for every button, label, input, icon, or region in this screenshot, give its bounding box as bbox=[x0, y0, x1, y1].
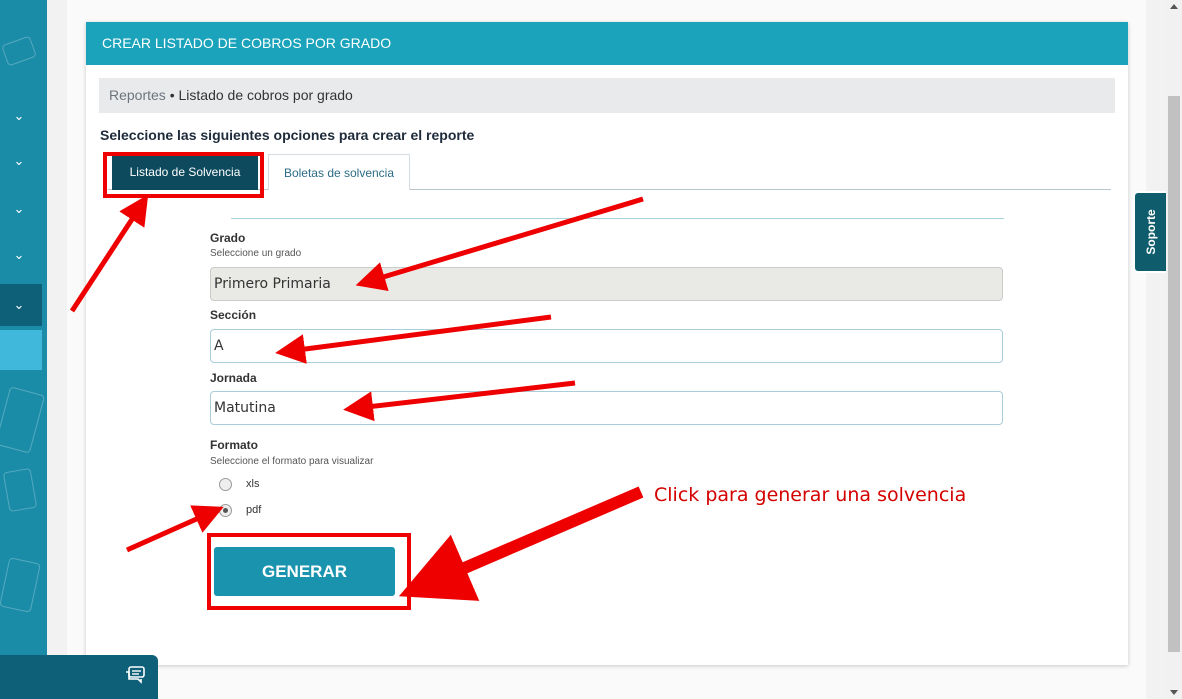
formato-option-xls[interactable]: xls bbox=[219, 476, 259, 492]
seccion-field[interactable]: A bbox=[210, 329, 1003, 363]
sidebar-item-reportes[interactable]: ⌄ bbox=[0, 284, 42, 326]
annotation-highlight-button bbox=[207, 533, 411, 610]
chat-icon[interactable] bbox=[124, 666, 146, 686]
sidebar-expand-chevron-icon[interactable]: ⌄ bbox=[10, 200, 28, 218]
grado-select[interactable]: Primero Primaria bbox=[210, 267, 1003, 301]
breadcrumb-link-reportes[interactable]: Reportes bbox=[109, 87, 166, 103]
scrollbar[interactable] bbox=[1166, 0, 1182, 699]
radio-pdf[interactable] bbox=[219, 503, 232, 517]
sidebar: ⌄ ⌄ ⌄ ⌄ ⌄ bbox=[0, 0, 47, 699]
grado-label: Grado bbox=[210, 231, 246, 245]
sidebar-decoration bbox=[2, 467, 38, 513]
scroll-thumb[interactable] bbox=[1168, 96, 1180, 652]
sidebar-subitem-selected[interactable] bbox=[0, 330, 42, 370]
grado-help: Seleccione un grado bbox=[210, 248, 302, 259]
annotation-text: Click para generar una solvencia bbox=[654, 484, 967, 506]
soporte-label: Soporte bbox=[1143, 209, 1158, 255]
divider bbox=[231, 218, 1004, 219]
sidebar-decoration bbox=[0, 557, 41, 613]
formato-help: Seleccione el formato para visualizar bbox=[210, 456, 374, 467]
radio-pdf-label: pdf bbox=[246, 504, 262, 516]
sidebar-expand-chevron-icon[interactable]: ⌄ bbox=[10, 246, 28, 264]
seccion-label: Sección bbox=[210, 308, 257, 322]
tab-boletas-de-solvencia[interactable]: Boletas de solvencia bbox=[268, 154, 410, 190]
radio-xls[interactable] bbox=[219, 477, 232, 491]
chat-bar[interactable] bbox=[0, 655, 158, 699]
breadcrumb-separator: • bbox=[169, 87, 175, 103]
breadcrumb-current: Listado de cobros por grado bbox=[178, 87, 353, 103]
sidebar-expand-chevron-icon[interactable]: ⌄ bbox=[10, 152, 28, 170]
radio-xls-label: xls bbox=[246, 478, 260, 490]
soporte-tab[interactable]: Soporte bbox=[1133, 191, 1166, 273]
jornada-label: Jornada bbox=[210, 371, 257, 385]
formato-option-pdf[interactable]: pdf bbox=[219, 502, 261, 518]
card-title: CREAR LISTADO DE COBROS POR GRADO bbox=[86, 22, 1128, 65]
form-instructions: Seleccione las siguientes opciones para … bbox=[100, 127, 475, 143]
sidebar-decoration bbox=[1, 35, 37, 67]
formato-label: Formato bbox=[210, 438, 258, 452]
scroll-down-arrow-icon[interactable] bbox=[1170, 690, 1178, 695]
jornada-field[interactable]: Matutina bbox=[210, 391, 1003, 425]
sidebar-expand-chevron-icon[interactable]: ⌄ bbox=[10, 107, 28, 125]
breadcrumb: Reportes • Listado de cobros por grado bbox=[99, 78, 1115, 113]
sidebar-expand-chevron-icon: ⌄ bbox=[13, 297, 25, 312]
sidebar-decoration bbox=[0, 386, 46, 454]
scroll-up-arrow-icon[interactable] bbox=[1170, 4, 1178, 9]
annotation-highlight-tab bbox=[103, 152, 264, 198]
